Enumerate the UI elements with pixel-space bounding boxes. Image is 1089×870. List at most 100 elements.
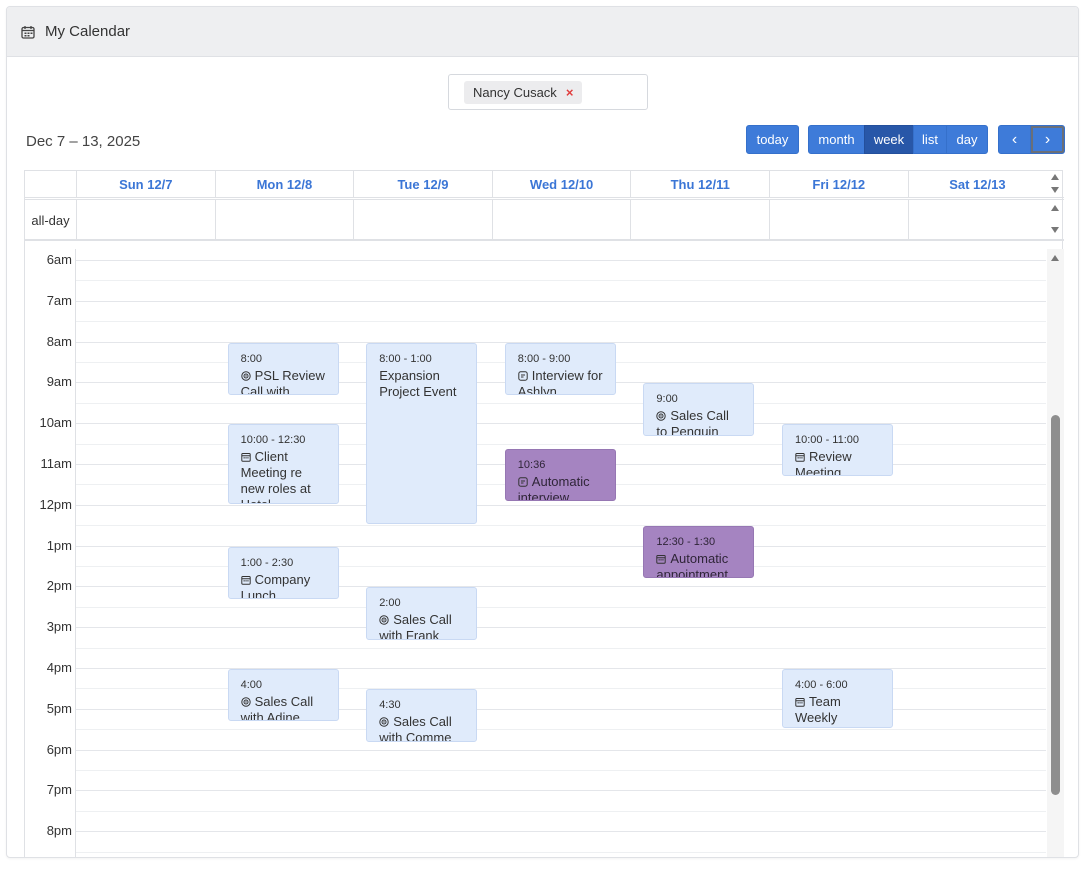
half-hour-line — [76, 321, 1046, 323]
all-day-cell[interactable] — [769, 200, 908, 240]
day-header[interactable]: Fri 12/12 — [769, 171, 908, 198]
time-label: 3pm — [46, 619, 72, 635]
day-header[interactable]: Thu 12/11 — [630, 171, 769, 198]
day-header[interactable]: Sat 12/13 — [907, 171, 1047, 198]
target-icon — [656, 408, 670, 423]
page-title: My Calendar — [45, 23, 131, 40]
event-title: Review Meeting — [795, 449, 880, 475]
calendar-event[interactable]: 12:30 - 1:30 Automatic appointment — [643, 526, 755, 579]
next-week-button[interactable]: › — [1030, 125, 1065, 154]
prev-week-button[interactable]: ‹ — [998, 125, 1031, 154]
event-title: Expansion Project Event — [379, 368, 464, 400]
date-range-title: Dec 7 – 13, 2025 — [26, 133, 141, 150]
day-column[interactable] — [769, 249, 908, 857]
half-hour-line — [76, 606, 1046, 608]
scroll-down-icon[interactable] — [1051, 187, 1059, 193]
all-day-cell[interactable] — [76, 200, 215, 240]
calendar-event[interactable]: 8:00 - 9:00 Interview for Ashlyn — [504, 342, 616, 395]
calendar-event[interactable]: 2:00 Sales Call with Frank — [366, 587, 478, 640]
all-day-row: all-day — [25, 199, 1064, 241]
day-column[interactable] — [353, 249, 492, 857]
calendar-event[interactable]: 8:00 PSL Review Call with — [227, 342, 339, 395]
hour-line — [76, 504, 1046, 506]
scrollbar-thumb[interactable] — [1051, 415, 1060, 795]
all-day-label: all-day — [31, 212, 70, 228]
week-view-button[interactable]: week — [864, 125, 914, 154]
scroll-up-icon[interactable] — [1051, 174, 1059, 180]
half-hour-line — [76, 566, 1046, 567]
calendar-event[interactable]: 4:00 Sales Call with Adine — [227, 669, 339, 722]
hour-line — [76, 668, 1046, 669]
hour-line — [76, 708, 1046, 710]
all-day-cell[interactable] — [214, 200, 354, 240]
day-header[interactable]: Wed 12/10 — [491, 171, 631, 198]
half-hour-line — [76, 525, 1046, 527]
calendar-icon — [795, 449, 809, 464]
hour-line — [76, 423, 1046, 425]
time-label: 2pm — [46, 578, 72, 594]
day-header[interactable]: Tue 12/9 — [353, 171, 492, 198]
list-view-button[interactable]: list — [913, 125, 947, 154]
event-title: Automatic interview — [518, 474, 603, 500]
all-day-cell[interactable] — [353, 200, 492, 240]
calendar-event[interactable]: 8:00 - 1:00 Expansion Project Event — [366, 342, 478, 525]
calendar-icon — [656, 551, 670, 566]
calendar-event[interactable]: 4:00 - 6:00 Team Weekly Review — [782, 669, 893, 729]
calendar-event[interactable]: 10:00 - 11:00 Review Meeting — [782, 424, 893, 477]
day-column[interactable] — [908, 249, 1047, 857]
scroll-down-icon[interactable] — [1051, 227, 1059, 233]
event-time: 4:00 — [240, 679, 263, 691]
event-time: 9:00 — [656, 393, 678, 406]
all-day-cell[interactable] — [907, 200, 1047, 240]
time-label: 7am — [46, 292, 72, 308]
today-button[interactable]: today — [746, 125, 799, 154]
time-label: 6am — [46, 252, 72, 267]
hour-line — [76, 627, 1046, 629]
remove-chip-icon[interactable]: × — [566, 86, 574, 99]
event-time: 8:00 - 1:00 — [379, 352, 432, 365]
half-hour-line — [76, 688, 1046, 690]
event-title: Interview for Ashlyn — [518, 368, 603, 394]
target-icon — [379, 714, 393, 729]
all-day-cell[interactable] — [630, 200, 769, 240]
event-time: 4:30 — [379, 699, 401, 712]
event-time: 4:00 - 6:00 — [795, 679, 848, 691]
half-hour-line — [76, 402, 1046, 404]
chat-icon — [518, 474, 532, 489]
calendar-event[interactable]: 1:00 - 2:30 Company Lunch — [227, 546, 339, 599]
event-title: Sales Call with Adine — [240, 694, 326, 720]
day-column[interactable] — [76, 249, 215, 857]
hour-line — [76, 749, 1046, 751]
half-hour-line — [76, 810, 1046, 812]
event-time: 2:00 — [379, 597, 401, 610]
target-icon — [379, 612, 393, 627]
calendar-event[interactable]: 4:30 Sales Call with Comme — [366, 689, 478, 742]
time-label: 4pm — [46, 660, 72, 675]
target-icon — [240, 694, 255, 709]
day-column[interactable] — [492, 249, 631, 857]
hour-line — [76, 300, 1046, 302]
panel-header: My Calendar — [7, 7, 1078, 57]
day-header[interactable]: Sun 12/7 — [76, 171, 215, 198]
event-time: 12:30 - 1:30 — [656, 536, 716, 549]
day-view-button[interactable]: day — [946, 125, 988, 154]
event-title: PSL Review Call with — [241, 368, 326, 394]
event-time: 10:00 - 12:30 — [240, 434, 306, 447]
month-view-button[interactable]: month — [808, 125, 865, 154]
time-grid[interactable]: 6am 7am 8am 9am 10am 11am 12pm 1pm 2pm 3pm 4pm 5pm 6… — [25, 249, 1064, 857]
scroll-up-icon[interactable] — [1051, 255, 1059, 261]
all-day-cell[interactable] — [491, 200, 631, 240]
calendar-event[interactable]: 10:36 Automatic interview — [504, 448, 616, 501]
time-label: 8am — [46, 333, 72, 349]
event-time: 1:00 - 2:30 — [240, 556, 294, 569]
calendar-event[interactable]: 10:00 - 12:30 Client Meeting re new roles… — [227, 424, 339, 504]
event-title: Automatic appointment — [656, 551, 741, 577]
calendar-event[interactable]: 9:00 Sales Call to Penguin — [643, 383, 755, 436]
event-time: 10:36 — [517, 458, 546, 471]
day-header[interactable]: Mon 12/8 — [214, 171, 354, 198]
scroll-up-icon[interactable] — [1051, 205, 1059, 211]
hour-line — [76, 586, 1046, 588]
user-filter-input[interactable]: Nancy Cusack × — [448, 74, 648, 110]
calendar-icon — [21, 25, 35, 39]
time-label: 8pm — [46, 823, 72, 839]
